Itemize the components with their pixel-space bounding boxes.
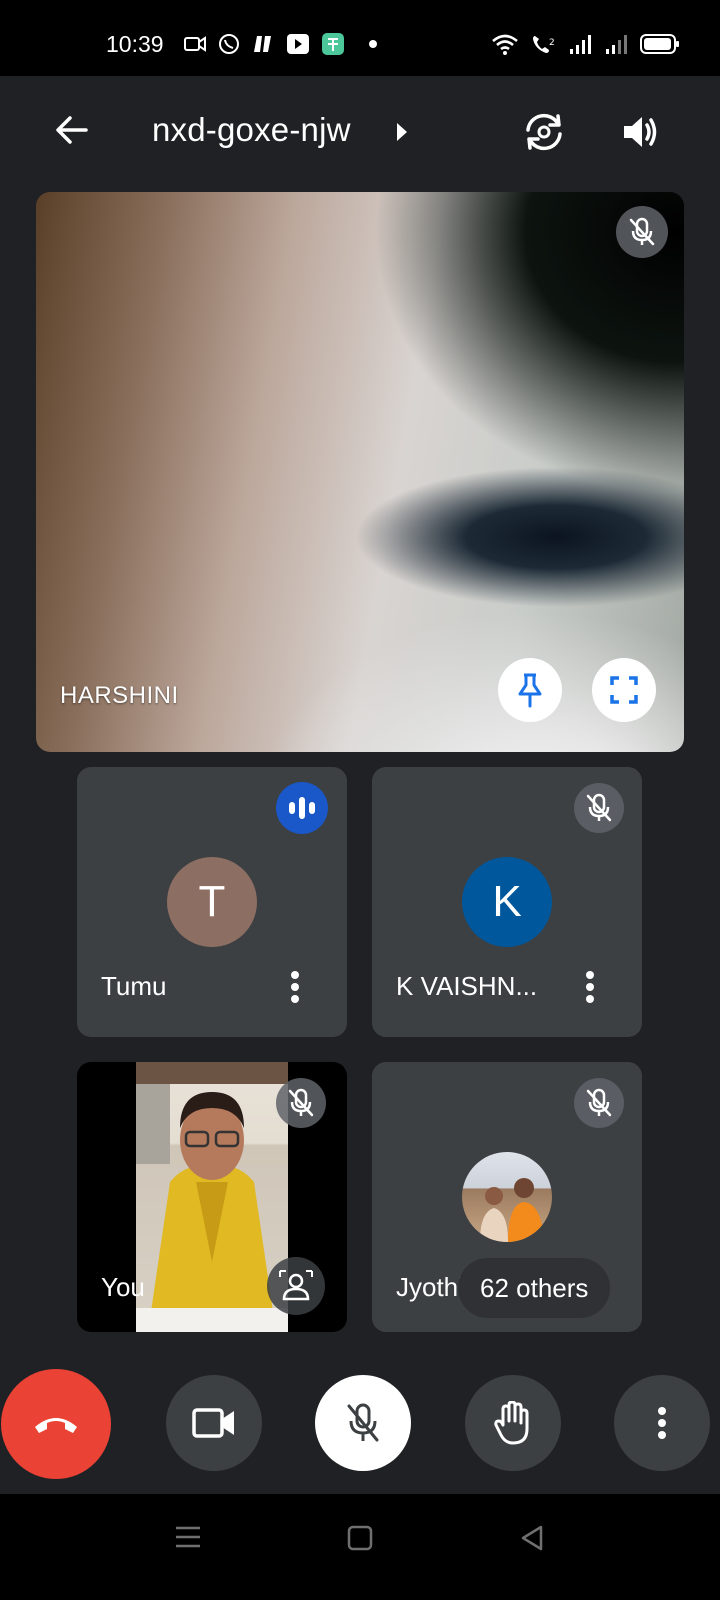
more-options-button[interactable] <box>614 1375 710 1471</box>
participant-options-button[interactable] <box>572 967 608 1007</box>
participant-tile-k-vaishn[interactable]: K K VAISHN... <box>372 767 642 1037</box>
call-end-icon <box>35 1418 77 1433</box>
whatsapp-icon <box>219 34 239 54</box>
app-notification-icon <box>254 36 271 52</box>
back-nav-button[interactable] <box>516 1522 548 1554</box>
meeting-details-button[interactable] <box>392 118 412 146</box>
pin-button[interactable] <box>498 658 562 722</box>
back-button[interactable] <box>48 106 96 154</box>
system-nav-bar <box>0 1494 720 1600</box>
mic-off-icon <box>586 793 612 822</box>
participant-name: K VAISHN... <box>396 971 538 1001</box>
back-triangle-icon <box>521 1525 543 1551</box>
fullscreen-button[interactable] <box>592 658 656 722</box>
self-video <box>136 1062 288 1332</box>
main-video-tile[interactable]: HARSHINI <box>36 192 684 752</box>
muted-badge <box>574 1078 624 1128</box>
participant-name: Jyothi <box>396 1272 464 1302</box>
avatar: K <box>462 857 552 947</box>
main-participant-name: HARSHINI <box>60 682 179 709</box>
more-vert-icon <box>291 971 299 1003</box>
home-square-icon <box>347 1525 373 1551</box>
more-vert-icon <box>586 971 594 1003</box>
battery-icon <box>640 34 679 54</box>
signal-sim2-icon <box>606 35 627 54</box>
notification-icons <box>183 32 377 56</box>
status-bar: 10:39 2 <box>0 0 720 76</box>
participant-name: Tumu <box>101 971 167 1001</box>
wifi-icon <box>492 34 518 55</box>
background-effects-icon <box>279 1270 313 1301</box>
audio-output-button[interactable] <box>616 108 664 156</box>
store-icon <box>322 33 344 55</box>
background-effects-button[interactable] <box>267 1257 325 1315</box>
mic-off-icon <box>629 217 655 246</box>
volte-icon: 2 <box>533 36 555 53</box>
self-video-person <box>136 1062 288 1332</box>
home-button[interactable] <box>344 1522 376 1554</box>
signal-sim1-icon <box>570 35 591 54</box>
pin-icon <box>518 673 542 708</box>
muted-badge <box>276 1078 326 1128</box>
more-notifications-dot <box>369 40 377 48</box>
muted-badge <box>574 783 624 833</box>
videocam-icon <box>192 1408 234 1438</box>
audio-level-icon <box>289 797 315 819</box>
self-view-tile[interactable]: You <box>77 1062 347 1332</box>
avatar: T <box>167 857 257 947</box>
menu-icon <box>176 1526 200 1548</box>
fullscreen-icon <box>610 676 638 704</box>
main-muted-badge <box>616 206 668 258</box>
svg-text:2: 2 <box>549 38 555 48</box>
call-controls <box>0 1334 720 1494</box>
participant-name: You <box>101 1272 145 1302</box>
others-count-pill[interactable]: 62 others <box>458 1258 611 1318</box>
participant-tile-others[interactable]: Jyothi 62 others <box>372 1062 642 1332</box>
system-icons: 2 <box>490 32 680 56</box>
avatar-photo <box>462 1152 552 1242</box>
avatar-photo-people <box>480 1178 544 1242</box>
arrow-back-icon <box>56 116 88 144</box>
camera-toggle-button[interactable] <box>166 1375 262 1471</box>
mic-off-icon <box>586 1088 612 1117</box>
mic-toggle-button[interactable] <box>315 1375 411 1471</box>
switch-camera-button[interactable] <box>518 106 570 158</box>
hand-icon <box>494 1401 529 1445</box>
meeting-code[interactable]: nxd-goxe-njw <box>152 111 351 149</box>
raise-hand-button[interactable] <box>465 1375 561 1471</box>
speaker-icon <box>624 117 657 147</box>
status-time: 10:39 <box>106 31 164 57</box>
participant-tile-tumu[interactable]: T Tumu <box>77 767 347 1037</box>
recents-button[interactable] <box>170 1522 206 1552</box>
speaking-indicator <box>276 782 328 834</box>
mic-off-icon <box>288 1088 314 1117</box>
end-call-button[interactable] <box>1 1369 111 1479</box>
camera-switch-icon <box>526 113 562 151</box>
more-vert-icon <box>658 1407 666 1439</box>
youtube-icon <box>287 34 309 54</box>
caret-right-icon <box>397 123 407 141</box>
participant-options-button[interactable] <box>277 967 313 1007</box>
video-notification-icon <box>184 36 206 52</box>
meeting-header <box>0 76 720 190</box>
mic-off-icon <box>347 1403 379 1442</box>
